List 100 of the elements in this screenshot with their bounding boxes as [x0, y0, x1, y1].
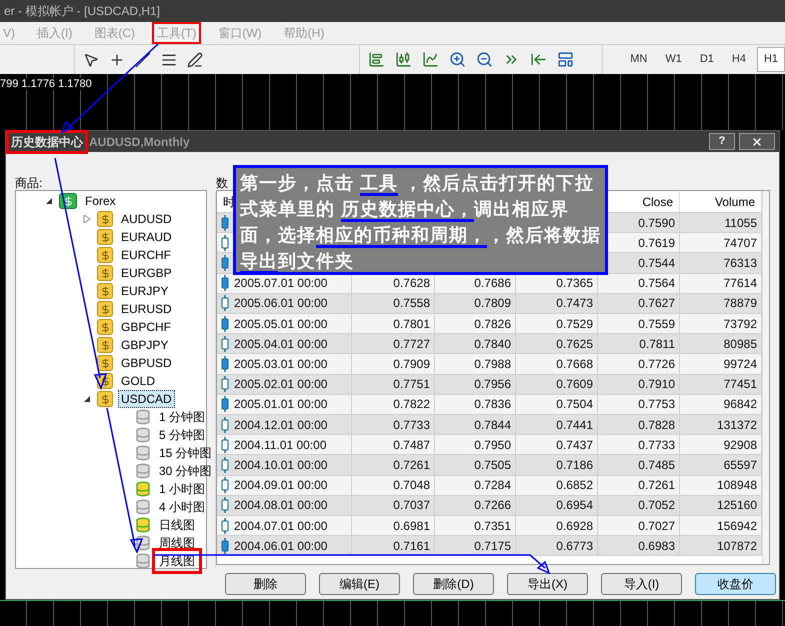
expanded-icon[interactable] [83, 395, 91, 404]
table-cell-text: 0.7365 [556, 275, 593, 292]
line-icon[interactable] [135, 52, 152, 68]
tree-item[interactable]: EURGBP [118, 264, 175, 282]
table-cell-text: 73792 [724, 316, 757, 333]
column-header[interactable]: Close [642, 192, 673, 211]
table-cell-text: 77614 [724, 275, 757, 292]
coin-icon [97, 283, 113, 300]
table-cell-text: 107872 [716, 538, 757, 555]
tree-item[interactable]: GBPCHF [118, 318, 174, 336]
table-cell-text: 0.7529 [556, 316, 593, 333]
tree-item[interactable]: 1 小时图 [156, 480, 208, 498]
symbols-label: 商品: [15, 175, 44, 190]
dialog-button[interactable]: 编辑(E) [319, 573, 400, 596]
table-cell-text: 0.6983 [638, 538, 675, 555]
tree-item[interactable]: 4 小时图 [156, 498, 208, 516]
collapsed-icon[interactable] [83, 215, 91, 224]
tree-item[interactable]: EURAUD [118, 228, 175, 246]
candlestick-icon[interactable] [395, 51, 412, 68]
table-cell-text: 2005.02.01 00:00 [234, 376, 328, 394]
table-cell-text: 0.7284 [474, 477, 511, 494]
table-cell-text: 108948 [716, 477, 757, 494]
dialog-button[interactable]: 收盘价 [695, 573, 776, 596]
table-cell-text: 0.7037 [393, 497, 430, 514]
tree-item[interactable]: 30 分钟图 [156, 462, 215, 480]
table-cell-text: 0.6928 [556, 518, 593, 535]
dialog-button[interactable]: 导出(X) [507, 573, 588, 596]
table-cell-text: 156942 [716, 518, 757, 535]
tree-item[interactable]: USDCAD [118, 390, 175, 408]
lines-icon[interactable] [161, 52, 178, 68]
table-cell-text: 0.7910 [638, 376, 675, 394]
table-cell-text: 0.7826 [474, 316, 511, 333]
table-cell-text: 0.7590 [638, 214, 675, 232]
tree-item[interactable]: 5 分钟图 [156, 426, 208, 444]
tree-item[interactable]: 周线图 [156, 534, 198, 552]
table-cell-text: 0.6773 [556, 538, 593, 555]
table-cell-text: 0.7052 [638, 497, 675, 514]
tree-item[interactable]: Forex [82, 192, 119, 210]
tree-item[interactable]: AUDUSD [118, 210, 175, 228]
timeframe-button[interactable]: W1 [658, 47, 689, 72]
timeframe-button[interactable]: D1 [692, 47, 721, 72]
tree-item[interactable]: GOLD [118, 372, 158, 390]
table-cell-text: 0.7619 [638, 234, 675, 252]
table-cell-text: 0.7609 [556, 376, 593, 394]
timeframe-button[interactable]: H4 [724, 47, 753, 72]
dialog-button[interactable]: 删除 [225, 573, 306, 596]
table-cell-text: 0.7625 [556, 336, 593, 353]
column-header[interactable]: 时 [223, 192, 235, 211]
table-cell-text: 96842 [724, 396, 757, 414]
table-cell-text: 0.7161 [393, 538, 430, 555]
table-cell-text: 2005.04.01 00:00 [234, 336, 328, 353]
close-button[interactable] [739, 133, 775, 150]
table-cell-text: 0.7811 [639, 336, 675, 353]
table-cell-text: 0.7840 [474, 336, 511, 353]
tree-item[interactable]: EURCHF [118, 246, 174, 264]
dialog-button[interactable]: 删除(D) [413, 573, 494, 596]
help-button[interactable]: ? [709, 133, 735, 150]
coin-icon [97, 247, 113, 264]
tree-item[interactable]: 15 分钟图 [156, 444, 215, 462]
table-cell-text: 0.7627 [638, 295, 675, 312]
pen-icon[interactable] [187, 52, 204, 68]
table-cell-text: 0.7485 [638, 456, 675, 474]
column-header[interactable]: Volume [714, 192, 755, 211]
scrollbar[interactable] [214, 192, 216, 568]
coin-icon [97, 301, 113, 318]
timeframe-button[interactable]: H1 [756, 47, 785, 72]
table-cell-text: 0.7027 [638, 518, 675, 535]
bar-chart-icon[interactable] [368, 51, 386, 68]
tree-item[interactable]: EURJPY [118, 282, 172, 300]
table-cell-text: 0.7473 [556, 295, 593, 312]
tree-item[interactable]: 1 分钟图 [156, 408, 208, 426]
table-cell-text: 65597 [724, 456, 757, 474]
table-cell-text: 74707 [724, 234, 757, 252]
table-cell-text: 2005.06.01 00:00 [234, 295, 328, 312]
expanded-icon[interactable] [45, 197, 53, 206]
coin-icon [97, 319, 113, 336]
dialog-button[interactable]: 导入(I) [601, 573, 682, 596]
zoom-out-icon[interactable] [476, 51, 494, 68]
tree-item[interactable]: EURUSD [118, 300, 175, 318]
scrollbar[interactable] [762, 191, 769, 564]
table-cell-text: 0.7751 [393, 376, 430, 394]
table-cell-text: 0.7437 [556, 436, 593, 454]
table-cell-text: 2004.11.01 00:00 [234, 436, 327, 454]
table-cell-text: 0.7726 [638, 356, 675, 374]
coin-icon [97, 211, 113, 228]
table-cell-text: 2004.12.01 00:00 [234, 416, 328, 434]
dialog-subtitle: AUDUSD,Monthly [89, 134, 190, 151]
table-cell-text: 99724 [724, 356, 757, 374]
tree-item[interactable]: 日线图 [156, 516, 198, 534]
table-cell-text: 0.7909 [393, 356, 430, 374]
table-cell-text: 0.7828 [638, 416, 675, 434]
zoom-in-icon[interactable] [449, 51, 466, 68]
timeframe-button[interactable]: MN [623, 47, 654, 72]
dialog-title: 历史数据中心 [9, 132, 85, 151]
line-chart-icon[interactable] [422, 51, 440, 68]
table-cell-text: 0.7956 [474, 376, 511, 394]
pointer-icon[interactable] [83, 52, 100, 68]
tree-item[interactable]: GBPJPY [118, 336, 172, 354]
tree-item[interactable]: GBPUSD [118, 354, 175, 372]
close-icon [751, 136, 763, 148]
